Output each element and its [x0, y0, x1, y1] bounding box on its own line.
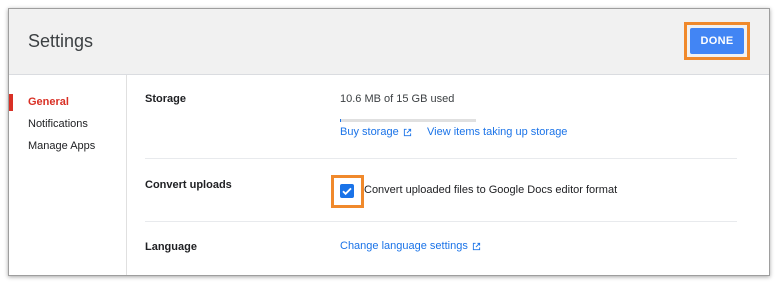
buy-storage-link[interactable]: Buy storage [340, 126, 412, 138]
storage-progress-fill [340, 119, 341, 122]
dialog-title: Settings [28, 31, 94, 51]
change-language-label: Change language settings [340, 240, 468, 252]
view-storage-items-link[interactable]: View items taking up storage [427, 126, 567, 138]
open-in-new-icon [403, 128, 412, 137]
done-button[interactable]: DONE [690, 28, 744, 54]
convert-uploads-checkbox-label[interactable]: Convert uploaded files to Google Docs ed… [364, 184, 617, 196]
section-divider [145, 221, 737, 222]
check-icon [342, 187, 352, 196]
settings-dialog: Settings DONE General Notifications Mana… [8, 8, 770, 276]
dialog-header: Settings DONE [9, 9, 769, 75]
sidebar-item-notifications[interactable]: Notifications [28, 118, 88, 130]
section-divider [145, 158, 737, 159]
convert-uploads-label: Convert uploads [145, 179, 232, 191]
language-label: Language [145, 241, 197, 253]
storage-usage-text: 10.6 MB of 15 GB used [340, 93, 455, 105]
convert-uploads-checkbox[interactable] [340, 184, 354, 198]
storage-progress-bar [340, 119, 476, 122]
storage-label: Storage [145, 93, 186, 105]
settings-sidebar: General Notifications Manage Apps [9, 75, 127, 275]
buy-storage-label: Buy storage [340, 126, 399, 138]
change-language-link[interactable]: Change language settings [340, 240, 481, 252]
active-nav-indicator [9, 94, 13, 111]
sidebar-item-manage-apps[interactable]: Manage Apps [28, 140, 95, 152]
open-in-new-icon [472, 242, 481, 251]
sidebar-item-general[interactable]: General [28, 96, 69, 108]
